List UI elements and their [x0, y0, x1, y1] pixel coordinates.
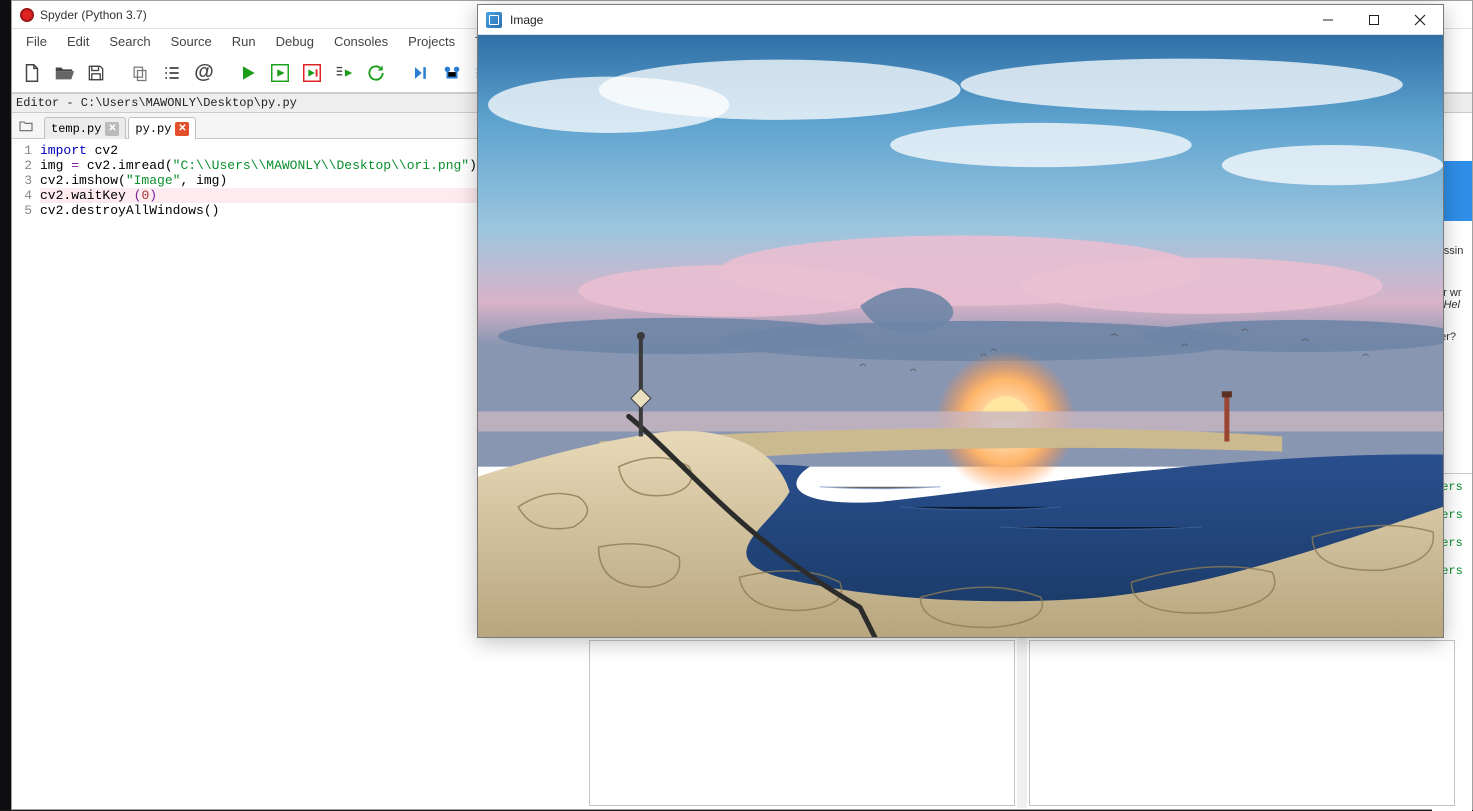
- maximize-button[interactable]: [1351, 5, 1397, 35]
- close-button[interactable]: [1397, 5, 1443, 35]
- split-handle[interactable]: [1017, 638, 1027, 808]
- minimize-button[interactable]: [1305, 5, 1351, 35]
- menu-debug[interactable]: Debug: [268, 32, 322, 51]
- debug-step-button[interactable]: [406, 59, 434, 87]
- lower-right-pane[interactable]: [1029, 640, 1455, 806]
- menu-source[interactable]: Source: [163, 32, 220, 51]
- tab-label: py.py: [135, 122, 171, 136]
- list-button[interactable]: [158, 59, 186, 87]
- at-button[interactable]: @: [190, 59, 218, 87]
- lower-split-container: [587, 638, 1457, 808]
- tab-py[interactable]: py.py ✕: [128, 117, 196, 139]
- spyder-title-text: Spyder (Python 3.7): [40, 8, 147, 22]
- run-selection-button[interactable]: [330, 59, 358, 87]
- debug-breakpoint-button[interactable]: [438, 59, 466, 87]
- new-file-button[interactable]: [18, 59, 46, 87]
- menu-edit[interactable]: Edit: [59, 32, 97, 51]
- image-window-title: Image: [510, 13, 1305, 27]
- image-window-titlebar[interactable]: Image: [478, 5, 1443, 35]
- tab-label: temp.py: [51, 122, 101, 136]
- rerun-button[interactable]: [362, 59, 390, 87]
- image-canvas: [478, 35, 1443, 637]
- open-file-button[interactable]: [50, 59, 78, 87]
- copy-button[interactable]: [126, 59, 154, 87]
- run-button[interactable]: [234, 59, 262, 87]
- menu-consoles[interactable]: Consoles: [326, 32, 396, 51]
- spyder-logo-icon: [20, 8, 34, 22]
- run-cell-advance-button[interactable]: [298, 59, 326, 87]
- run-cell-button[interactable]: [266, 59, 294, 87]
- close-icon[interactable]: ✕: [175, 122, 189, 136]
- menu-projects[interactable]: Projects: [400, 32, 463, 51]
- desktop-left-strip: [0, 0, 11, 810]
- close-icon[interactable]: ✕: [105, 122, 119, 136]
- menu-file[interactable]: File: [18, 32, 55, 51]
- tab-temp[interactable]: temp.py ✕: [44, 117, 126, 139]
- save-button[interactable]: [82, 59, 110, 87]
- lower-left-pane[interactable]: [589, 640, 1015, 806]
- menu-search[interactable]: Search: [101, 32, 158, 51]
- cv-image-window[interactable]: Image: [477, 4, 1444, 638]
- cv-window-icon: [486, 12, 502, 28]
- line-gutter: 12345: [12, 139, 36, 809]
- browse-folder-icon[interactable]: [16, 116, 36, 136]
- menu-run[interactable]: Run: [224, 32, 264, 51]
